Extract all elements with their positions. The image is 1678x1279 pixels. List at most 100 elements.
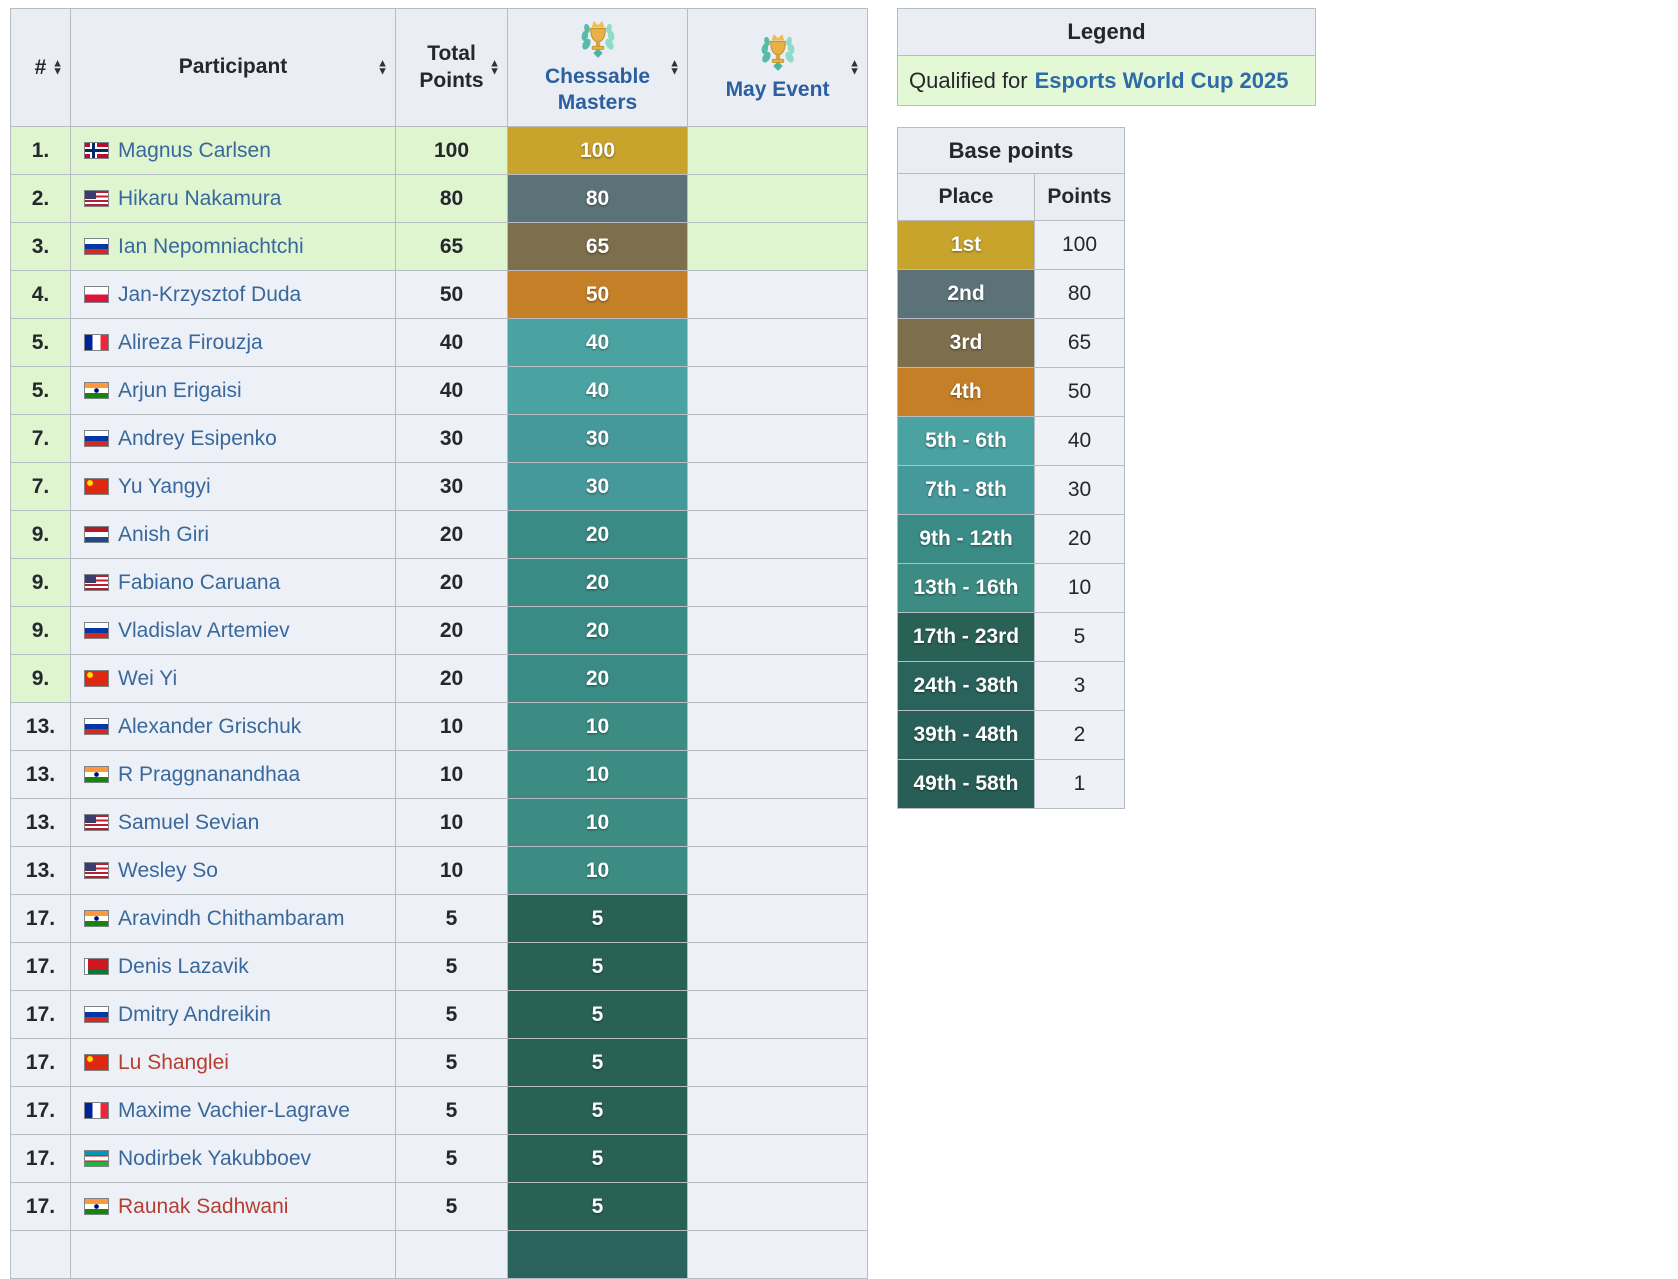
may-event-points-cell <box>688 415 868 463</box>
may-event-points-cell <box>688 271 868 319</box>
sort-icon[interactable]: ▲▼ <box>669 59 680 76</box>
participant-link[interactable]: Wesley So <box>118 859 218 882</box>
participant-link[interactable]: Hikaru Nakamura <box>118 187 281 210</box>
may-event-points-cell <box>688 463 868 511</box>
participant-link[interactable]: Lu Shanglei <box>118 1051 229 1074</box>
total-points-cell: 5 <box>396 1039 508 1087</box>
participant-link[interactable]: Samuel Sevian <box>118 811 259 834</box>
participant-link[interactable]: Alireza Firouzja <box>118 331 263 354</box>
participant-link[interactable]: Fabiano Caruana <box>118 571 280 594</box>
rank-cell: 13. <box>11 799 71 847</box>
chessable-masters-column-header[interactable]: Chessable Masters ▲▼ <box>508 9 688 127</box>
participant-link[interactable]: Aravindh Chithambaram <box>118 907 344 930</box>
standings-row: 17.Raunak Sadhwani55 <box>11 1183 868 1231</box>
participant-link[interactable]: Jan-Krzysztof Duda <box>118 283 301 306</box>
standings-row: 13.Samuel Sevian1010 <box>11 799 868 847</box>
base-points-row: 9th - 12th20 <box>898 515 1125 564</box>
base-points-row: 13th - 16th10 <box>898 564 1125 613</box>
participant-link[interactable]: Ian Nepomniachtchi <box>118 235 304 258</box>
chessable-masters-points-cell: 50 <box>508 271 688 319</box>
standings-row: 2.Hikaru Nakamura8080 <box>11 175 868 223</box>
points-column-header: Points <box>1035 174 1125 221</box>
may-event-link[interactable]: May Event <box>726 77 830 103</box>
chessable-masters-link[interactable]: Chessable Masters <box>532 64 664 117</box>
points-cell: 40 <box>1035 417 1125 466</box>
place-cell: 4th <box>898 368 1035 417</box>
flag-russia-icon <box>84 718 109 735</box>
sort-icon[interactable]: ▲▼ <box>849 59 860 76</box>
participant-cell: Vladislav Artemiev <box>71 607 396 655</box>
participant-cell: Aravindh Chithambaram <box>71 895 396 943</box>
may-event-points-cell <box>688 1039 868 1087</box>
participant-cell: Alireza Firouzja <box>71 319 396 367</box>
base-points-row: 1st100 <box>898 221 1125 270</box>
participant-link[interactable]: Nodirbek Yakubboev <box>118 1147 311 1170</box>
chessable-masters-points-cell: 30 <box>508 463 688 511</box>
flag-belarus-icon <box>84 958 109 975</box>
flag-poland-icon <box>84 286 109 303</box>
rank-cell: 17. <box>11 1039 71 1087</box>
participant-header-label: Participant <box>179 55 288 78</box>
chessable-masters-points-cell: 40 <box>508 367 688 415</box>
participant-cell: Dmitry Andreikin <box>71 991 396 1039</box>
chessable-masters-points-cell: 10 <box>508 799 688 847</box>
flag-india-icon <box>84 1198 109 1215</box>
place-cell: 9th - 12th <box>898 515 1035 564</box>
total-points-column-header[interactable]: Total Points ▲▼ <box>396 9 508 127</box>
points-cell: 3 <box>1035 662 1125 711</box>
flag-china-icon <box>84 670 109 687</box>
rank-column-header[interactable]: # ▲▼ <box>11 9 71 127</box>
may-event-points-cell <box>688 223 868 271</box>
sort-icon[interactable]: ▲▼ <box>377 59 388 76</box>
flag-france-icon <box>84 1102 109 1119</box>
participant-link[interactable]: Raunak Sadhwani <box>118 1195 288 1218</box>
participant-link[interactable]: Yu Yangyi <box>118 475 211 498</box>
sort-icon[interactable]: ▲▼ <box>489 59 500 76</box>
chessable-masters-points-cell: 20 <box>508 511 688 559</box>
participant-link[interactable]: Denis Lazavik <box>118 955 249 978</box>
standings-row: 9.Anish Giri2020 <box>11 511 868 559</box>
participant-link[interactable]: Dmitry Andreikin <box>118 1003 271 1026</box>
rank-cell: 17. <box>11 895 71 943</box>
sort-icon[interactable]: ▲▼ <box>52 59 63 76</box>
chessable-masters-points-cell: 80 <box>508 175 688 223</box>
standings-row: 3.Ian Nepomniachtchi6565 <box>11 223 868 271</box>
participant-column-header[interactable]: Participant ▲▼ <box>71 9 396 127</box>
participant-link[interactable]: Arjun Erigaisi <box>118 379 242 402</box>
rank-cell: 13. <box>11 703 71 751</box>
total-points-cell: 20 <box>396 559 508 607</box>
standings-row: 5.Alireza Firouzja4040 <box>11 319 868 367</box>
participant-cell: Arjun Erigaisi <box>71 367 396 415</box>
standings-row: 7.Yu Yangyi3030 <box>11 463 868 511</box>
points-cell: 1 <box>1035 760 1125 809</box>
total-points-cell: 20 <box>396 655 508 703</box>
participant-link[interactable]: Magnus Carlsen <box>118 139 271 162</box>
base-points-table: Base points Place Points 1st1002nd803rd6… <box>897 127 1125 809</box>
esports-world-cup-link[interactable]: Esports World Cup 2025 <box>1035 68 1289 94</box>
participant-cell: Fabiano Caruana <box>71 559 396 607</box>
participant-cell: Yu Yangyi <box>71 463 396 511</box>
chessable-masters-points-cell: 5 <box>508 1087 688 1135</box>
place-cell: 5th - 6th <box>898 417 1035 466</box>
place-cell: 17th - 23rd <box>898 613 1035 662</box>
participant-link[interactable]: Vladislav Artemiev <box>118 619 290 642</box>
rank-cell: 7. <box>11 415 71 463</box>
may-event-column-header[interactable]: May Event ▲▼ <box>688 9 868 127</box>
participant-link[interactable]: Alexander Grischuk <box>118 715 301 738</box>
base-points-row: 4th50 <box>898 368 1125 417</box>
points-cell: 2 <box>1035 711 1125 760</box>
base-points-row: 2nd80 <box>898 270 1125 319</box>
flag-us-icon <box>84 814 109 831</box>
rank-cell: 9. <box>11 559 71 607</box>
participant-link[interactable]: Wei Yi <box>118 667 177 690</box>
participant-link[interactable]: Andrey Esipenko <box>118 427 277 450</box>
participant-link[interactable]: Maxime Vachier-Lagrave <box>118 1099 350 1122</box>
legend-title: Legend <box>898 9 1315 56</box>
place-cell: 13th - 16th <box>898 564 1035 613</box>
participant-link[interactable]: R Praggnanandhaa <box>118 763 300 786</box>
chessable-masters-points-cell: 10 <box>508 847 688 895</box>
participant-cell: Raunak Sadhwani <box>71 1183 396 1231</box>
participant-link[interactable]: Anish Giri <box>118 523 209 546</box>
rank-cell: 17. <box>11 1183 71 1231</box>
base-points-row: 17th - 23rd5 <box>898 613 1125 662</box>
